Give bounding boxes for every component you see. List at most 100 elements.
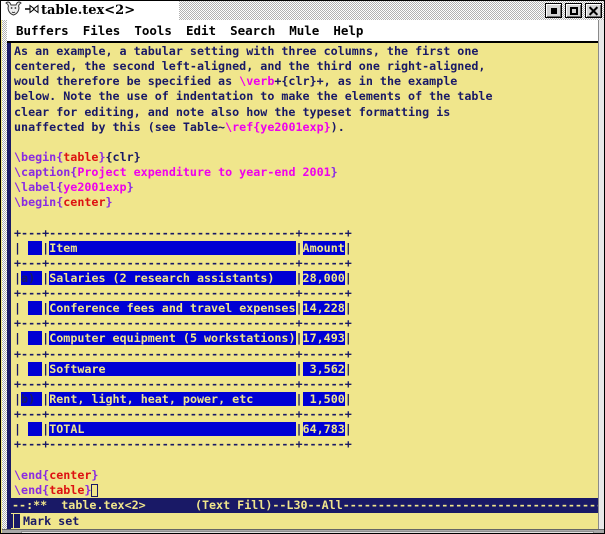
- text-segment: ).: [331, 120, 345, 134]
- minimize-button[interactable]: [545, 3, 562, 18]
- text-segment: +---+-----------------------------------…: [14, 226, 352, 240]
- text-segment: center: [49, 468, 91, 482]
- text-segment: TOTAL: [49, 422, 295, 436]
- editor-line: |a) |Salaries (2 research assistants) |2…: [14, 271, 598, 286]
- text-segment: centered, the second left-aligned, and t…: [14, 59, 485, 73]
- text-segment: a): [21, 271, 35, 285]
- text-segment: Item: [49, 241, 295, 255]
- editor-line: +---+-----------------------------------…: [14, 347, 598, 362]
- text-segment: [28, 241, 42, 255]
- text-segment: |: [345, 271, 352, 285]
- text-cursor: [91, 484, 98, 497]
- editor-line: +---+-----------------------------------…: [14, 286, 598, 301]
- text-segment: }: [91, 468, 98, 482]
- emacs-window: table.tex<2> Buffers Files Tools Edit Search…: [0, 0, 605, 534]
- text-segment: }: [84, 483, 91, 497]
- text-segment: As an example, a tabular setting with th…: [14, 44, 478, 58]
- text-segment: unaffected by this (see Table~: [14, 120, 225, 134]
- text-segment: \verb: [239, 74, 274, 88]
- editor-line: | |TOTAL |64,783|: [14, 422, 598, 437]
- editor-line: |b) |Rent, light, heat, power, etc | 1,5…: [14, 392, 598, 407]
- text-segment: {clr}: [106, 150, 141, 164]
- editor-line: | |Software | 3,562|: [14, 362, 598, 377]
- text-segment: |: [296, 422, 303, 436]
- text-segment: +---+-----------------------------------…: [14, 347, 352, 361]
- menu-item-search[interactable]: Search: [230, 23, 275, 38]
- menu-item-buffers[interactable]: Buffers: [16, 23, 69, 38]
- text-segment: }: [331, 165, 338, 179]
- minibuffer[interactable]: Mark set: [11, 513, 598, 529]
- text-segment: below. Note the use of indentation to ma…: [14, 89, 492, 103]
- text-segment: |: [14, 241, 21, 255]
- editor-line: [14, 210, 598, 225]
- text-segment: Rent, light, heat, power, etc: [49, 392, 295, 406]
- title-panel: table.tex<2>: [1, 1, 179, 20]
- text-segment: 64,783: [303, 422, 345, 436]
- text-segment: \begin{: [14, 195, 63, 209]
- menu-item-edit[interactable]: Edit: [186, 23, 216, 38]
- text-segment: [28, 301, 42, 315]
- text-segment: [28, 422, 42, 436]
- text-segment: |: [345, 422, 352, 436]
- text-segment: Project expenditure to year-end 2001: [77, 165, 330, 179]
- text-segment: 17,493: [303, 331, 345, 345]
- menu-item-files[interactable]: Files: [83, 23, 121, 38]
- gnu-head-icon: [4, 1, 23, 21]
- editor-line: centered, the second left-aligned, and t…: [14, 59, 598, 74]
- window-controls: [545, 3, 602, 18]
- text-segment: |: [14, 362, 21, 376]
- close-button[interactable]: [585, 3, 602, 18]
- editor-lines[interactable]: As an example, a tabular setting with th…: [11, 43, 598, 498]
- text-segment: |: [296, 392, 303, 406]
- editor-line: | |Conference fees and travel expenses|1…: [14, 301, 598, 316]
- text-segment: |: [345, 241, 352, 255]
- text-segment: |: [296, 241, 303, 255]
- menu-item-tools[interactable]: Tools: [134, 23, 172, 38]
- text-segment: }: [98, 150, 105, 164]
- text-segment: b): [21, 392, 35, 406]
- text-segment: |: [296, 362, 303, 376]
- text-segment: Amount: [303, 241, 345, 255]
- horizontal-scrollbar[interactable]: [2, 529, 605, 534]
- editor-line: +---+-----------------------------------…: [14, 226, 598, 241]
- mode-line: --:** table.tex<2> (Text Fill)--L30--All…: [7, 498, 598, 513]
- x-icon: [589, 6, 598, 15]
- text-segment: \label{: [14, 180, 63, 194]
- maximize-button[interactable]: [565, 3, 582, 18]
- text-segment: |: [296, 331, 303, 345]
- editor-line: | |Computer equipment (5 workstations)|1…: [14, 331, 598, 346]
- editor-line: +---+-----------------------------------…: [14, 256, 598, 271]
- text-segment: would therefore be specified as: [14, 74, 239, 88]
- editor-line: As an example, a tabular setting with th…: [14, 44, 598, 59]
- editor-line: | |Item |Amount|: [14, 241, 598, 256]
- editor-line: +---+-----------------------------------…: [14, 377, 598, 392]
- text-segment: }: [106, 195, 113, 209]
- editor-line: \caption{Project expenditure to year-end…: [14, 165, 598, 180]
- text-segment: |: [14, 392, 21, 406]
- title-bar[interactable]: table.tex<2>: [1, 1, 604, 20]
- text-segment: ye2001exp: [63, 180, 126, 194]
- text-segment: |: [14, 331, 21, 345]
- text-segment: +---+-----------------------------------…: [14, 437, 352, 451]
- text-segment: |: [14, 301, 21, 315]
- text-segment: |: [345, 301, 352, 315]
- editor-line: clear for editing, and note also how the…: [14, 105, 598, 120]
- text-segment: \begin{: [14, 150, 63, 164]
- editor-line: \end{center}: [14, 468, 598, 483]
- text-segment: Salaries (2 research assistants): [49, 271, 295, 285]
- text-segment: 28,000: [303, 271, 345, 285]
- text-segment: +---+-----------------------------------…: [14, 256, 352, 270]
- text-segment: \end{: [14, 483, 49, 497]
- text-segment: \ref{ye2001exp}: [225, 120, 331, 134]
- text-segment: Conference fees and travel expenses: [49, 301, 295, 315]
- menu-item-mule[interactable]: Mule: [289, 23, 319, 38]
- window-title: table.tex<2>: [41, 3, 135, 18]
- text-segment: Computer equipment (5 workstations): [49, 331, 295, 345]
- frame-right-border: [598, 20, 605, 529]
- editor-line: \label{ye2001exp}: [14, 180, 598, 195]
- text-segment: +{clr}+, as in the example: [274, 74, 457, 88]
- text-segment: Software: [49, 362, 295, 376]
- menu-item-help[interactable]: Help: [333, 23, 363, 38]
- editor-line: [14, 452, 598, 467]
- editor-line: \begin{center}: [14, 195, 598, 210]
